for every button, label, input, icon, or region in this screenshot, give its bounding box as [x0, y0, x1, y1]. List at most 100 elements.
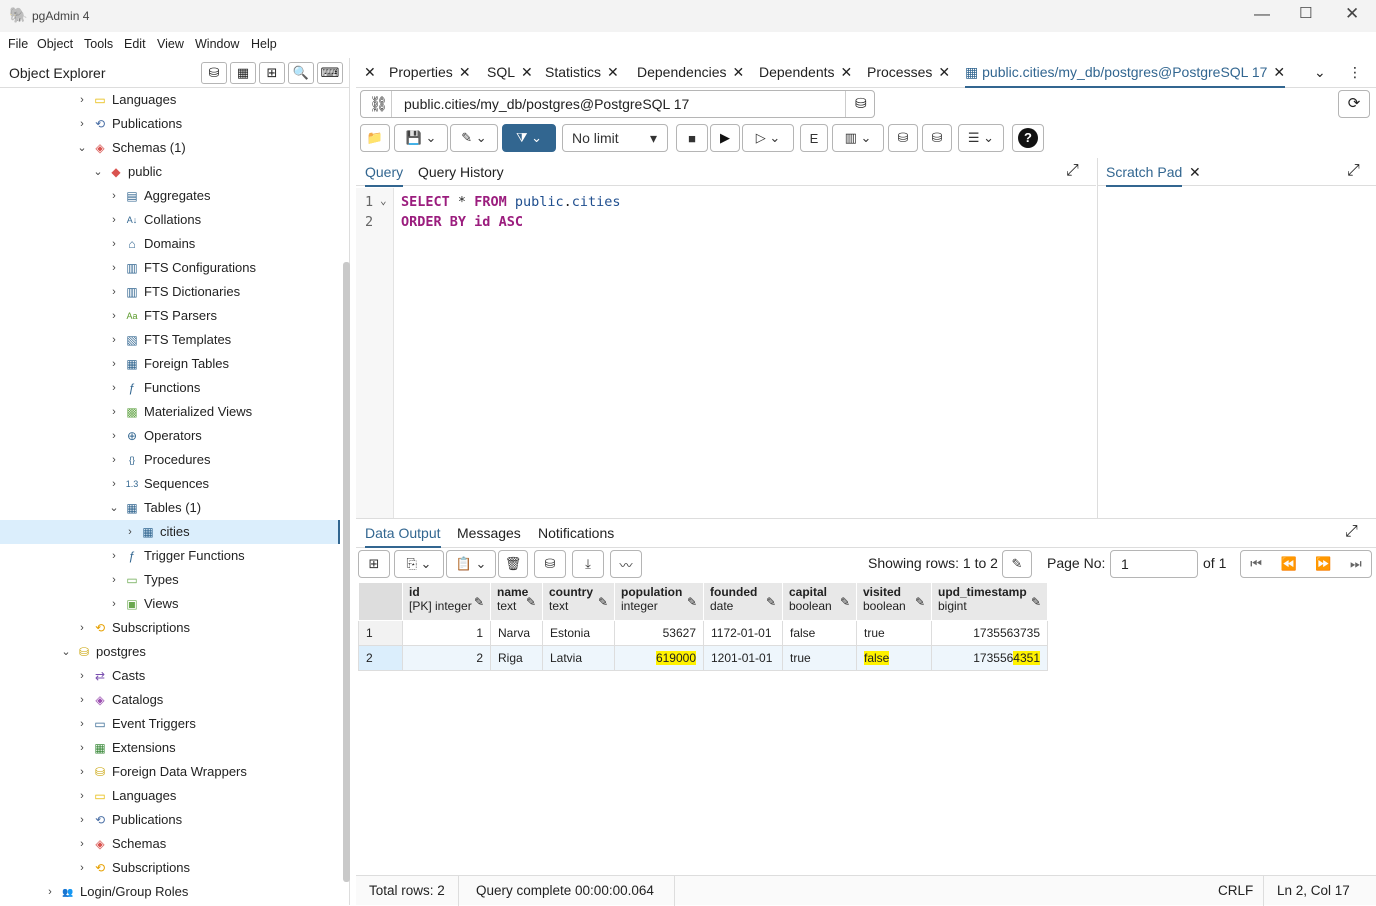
chevron-right-icon[interactable]: ›: [109, 575, 119, 586]
chevron-right-icon[interactable]: ›: [109, 215, 119, 226]
table-row[interactable]: 2 2 Riga Latvia 619000 1201-01-01 true false 173…: [358, 645, 1048, 671]
menu-window[interactable]: Window: [195, 37, 239, 51]
tree-item[interactable]: › ▭ Languages: [0, 784, 340, 808]
column-header[interactable]: capital boolean ✎: [782, 582, 857, 621]
table-cell[interactable]: 53627: [614, 620, 704, 646]
edit-column-icon[interactable]: ✎: [526, 595, 536, 609]
tree-item[interactable]: › ⛁ Foreign Data Wrappers: [0, 760, 340, 784]
table-cell[interactable]: Riga: [490, 645, 543, 671]
close-icon[interactable]: ✕: [938, 64, 950, 80]
graph-visualiser-button[interactable]: 〰: [610, 550, 642, 578]
chevron-right-icon[interactable]: ›: [109, 455, 119, 466]
tree-item[interactable]: › ◈ Schemas: [0, 832, 340, 856]
close-icon[interactable]: ✕: [733, 64, 745, 80]
tree-item[interactable]: › {} Procedures: [0, 448, 340, 472]
open-file-button[interactable]: 📁: [360, 124, 390, 152]
chevron-down-icon[interactable]: ⌄: [77, 143, 87, 154]
chevron-right-icon[interactable]: ›: [109, 551, 119, 562]
tab-dependencies[interactable]: Dependencies ✕: [637, 64, 744, 81]
chevron-down-icon[interactable]: ⌄: [109, 503, 119, 514]
menu-object[interactable]: Object: [37, 37, 73, 51]
tree-item[interactable]: › ▤ Aggregates: [0, 184, 340, 208]
tab-properties[interactable]: Properties ✕: [389, 64, 471, 81]
more-menu-icon[interactable]: ⋮: [1348, 64, 1362, 81]
chevron-right-icon[interactable]: ›: [109, 191, 119, 202]
tab-notifications[interactable]: Notifications: [538, 525, 614, 541]
tab-statistics[interactable]: Statistics ✕: [545, 64, 619, 81]
column-header[interactable]: population integer ✎: [614, 582, 704, 621]
chevron-right-icon[interactable]: ›: [109, 479, 119, 490]
edit-column-icon[interactable]: ✎: [1031, 595, 1041, 609]
chevron-right-icon[interactable]: ›: [77, 767, 87, 778]
chevron-right-icon[interactable]: ›: [77, 695, 87, 706]
chevron-right-icon[interactable]: ›: [77, 623, 87, 634]
menu-help[interactable]: Help: [251, 37, 277, 51]
tree-item[interactable]: ⌄ ◆ public: [0, 160, 340, 184]
tree-item[interactable]: › ▣ Views: [0, 592, 340, 616]
tree-item[interactable]: › ⇄ Casts: [0, 664, 340, 688]
psql-tool-icon[interactable]: ⌨: [317, 62, 343, 84]
tree-item[interactable]: › ▥ FTS Configurations: [0, 256, 340, 280]
chevron-right-icon[interactable]: ›: [77, 671, 87, 682]
column-header[interactable]: founded date ✎: [703, 582, 783, 621]
download-button[interactable]: ⤓: [572, 550, 604, 578]
chevron-right-icon[interactable]: ›: [77, 743, 87, 754]
tree-item[interactable]: › 👥 Login/Group Roles: [0, 880, 340, 904]
edit-column-icon[interactable]: ✎: [598, 595, 608, 609]
tree-item[interactable]: › Aa FTS Parsers: [0, 304, 340, 328]
tree-item[interactable]: › ƒ Functions: [0, 376, 340, 400]
chevron-right-icon[interactable]: ›: [77, 95, 87, 106]
expand-icon[interactable]: ⤢: [1345, 523, 1358, 541]
save-file-button[interactable]: 💾 ⌄: [394, 124, 448, 152]
edit-column-icon[interactable]: ✎: [474, 595, 484, 609]
tree-item[interactable]: ⌄ ⛁ postgres: [0, 640, 340, 664]
tree-item[interactable]: › ⟲ Publications: [0, 808, 340, 832]
chevron-right-icon[interactable]: ›: [109, 263, 119, 274]
tree-item[interactable]: › ▦ cities: [0, 520, 340, 544]
chevron-right-icon[interactable]: ›: [77, 839, 87, 850]
chevron-right-icon[interactable]: ›: [109, 431, 119, 442]
menu-edit[interactable]: Edit: [124, 37, 146, 51]
tree-item[interactable]: › ▭ Types: [0, 568, 340, 592]
table-cell[interactable]: Estonia: [542, 620, 615, 646]
chevron-right-icon[interactable]: ›: [125, 527, 135, 538]
tree-item[interactable]: › 1.3 Sequences: [0, 472, 340, 496]
tab-dependents[interactable]: Dependents ✕: [759, 64, 852, 81]
tree-item[interactable]: › ⊕ Operators: [0, 424, 340, 448]
table-cell[interactable]: 1201-01-01: [703, 645, 783, 671]
column-header[interactable]: visited boolean ✎: [856, 582, 932, 621]
refresh-button[interactable]: ⟳: [1338, 90, 1370, 118]
edit-column-icon[interactable]: ✎: [840, 595, 850, 609]
column-header[interactable]: country text ✎: [542, 582, 615, 621]
close-left-icon[interactable]: ✕: [364, 64, 376, 81]
copy-button[interactable]: ⎘ ⌄: [394, 550, 444, 578]
expand-icon[interactable]: ⤢: [1347, 162, 1360, 180]
table-cell[interactable]: true: [856, 620, 932, 646]
row-number[interactable]: 2: [358, 645, 403, 671]
connection-status-icon[interactable]: ⛓: [369, 95, 388, 113]
chevron-right-icon[interactable]: ›: [109, 359, 119, 370]
page-input[interactable]: 1: [1110, 550, 1198, 578]
search-icon[interactable]: 🔍: [288, 62, 314, 84]
more-tabs-chevron-icon[interactable]: ⌄: [1314, 64, 1326, 81]
explain-button[interactable]: E: [800, 124, 828, 152]
tree-item[interactable]: ⌄ ◈ Schemas (1): [0, 136, 340, 160]
save-data-button[interactable]: ⛁: [534, 550, 566, 578]
chevron-right-icon[interactable]: ›: [77, 791, 87, 802]
menu-file[interactable]: File: [8, 37, 28, 51]
chevron-down-icon[interactable]: ⌄: [93, 167, 103, 178]
last-page-icon[interactable]: ⏭: [1350, 556, 1362, 572]
tab-query[interactable]: Query: [365, 164, 404, 187]
tree-scrollbar[interactable]: [343, 262, 350, 882]
close-icon[interactable]: ✕: [459, 64, 471, 80]
rollback-button[interactable]: ⛁: [922, 124, 952, 152]
tree-item[interactable]: › ◈ Catalogs: [0, 688, 340, 712]
table-cell[interactable]: 1: [402, 620, 491, 646]
delete-button[interactable]: 🗑: [498, 550, 528, 578]
tree-item[interactable]: › ⟲ Subscriptions: [0, 616, 340, 640]
close-icon[interactable]: ✕: [1273, 64, 1285, 80]
close-icon[interactable]: ✕: [607, 64, 619, 80]
edit-column-icon[interactable]: ✎: [687, 595, 697, 609]
commit-button[interactable]: ⛁: [888, 124, 918, 152]
table-row[interactable]: 1 1 Narva Estonia 53627 1172-01-01 false true 17…: [358, 620, 1048, 646]
